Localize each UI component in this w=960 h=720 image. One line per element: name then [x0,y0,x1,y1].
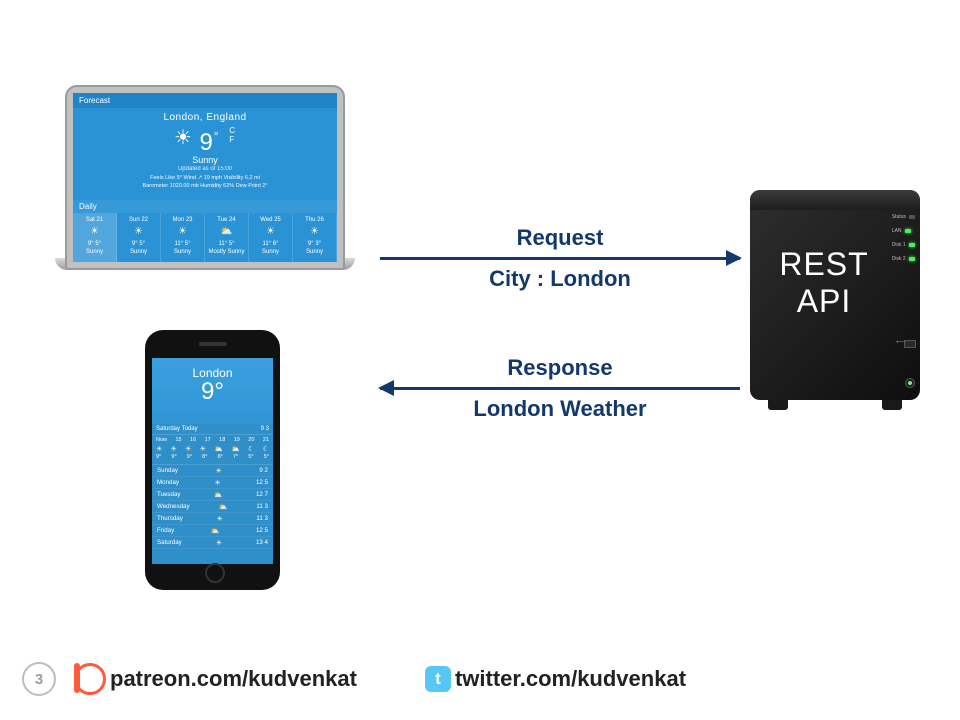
server-status-leds: Status LAN Disk 1 Disk 2 [892,214,915,262]
laptop-day-card: Wed 25☀11° 6°Sunny [249,213,293,262]
laptop-daily-label: Daily [73,200,337,213]
laptop-day-card: Tue 24⛅11° 5°Mostly Sunny [205,213,249,262]
laptop-current-weather: London, England ☀ 9° CF Sunny Updated as… [73,108,337,200]
slide: Forecast London, England ☀ 9° CF Sunny U… [0,0,960,720]
phone-today-row: Saturday Today 9 3 [152,424,273,434]
twitter-text: twitter.com/kudvenkat [455,666,686,692]
arrow-left-icon [380,387,740,390]
server-power-led [905,378,915,388]
phone-forecast-row: Monday☀12 5 [152,477,273,489]
phone-hourly-forecast: Now15161718192021 ☀☀☀☀⛅⛅☾☾ 9°9°9°8°8°7°5… [152,434,273,465]
laptop-temperature: ☀ 9° CF [73,125,337,157]
phone-temperature: 9° [152,378,273,406]
laptop-app-title: Forecast [73,93,337,108]
phone-forecast-row: Friday⛅12 5 [152,525,273,537]
server-label: REST API [750,246,898,320]
server-led: LAN [892,228,915,234]
patreon-icon [74,663,106,695]
laptop-day-card: Mon 23☀11° 5°Sunny [161,213,205,262]
phone-forecast-row: Sunday☀9 2 [152,465,273,477]
laptop-updated: Updated as of 15:00 [73,166,337,172]
laptop-temp-value: 9 [199,129,213,156]
response-payload: London Weather [380,396,740,422]
twitter-icon: t [425,666,451,692]
response-label: Response [380,355,740,381]
page-number: 3 [22,662,56,696]
server-led: Disk 2 [892,256,915,262]
phone-current-weather: London 9° [152,358,273,424]
server-usb-port [904,340,916,348]
laptop-body: Forecast London, England ☀ 9° CF Sunny U… [65,85,345,270]
server-led: Status [892,214,915,220]
patreon-text: patreon.com/kudvenkat [110,666,357,692]
laptop-client: Forecast London, England ☀ 9° CF Sunny U… [55,85,355,315]
patreon-link: patreon.com/kudvenkat [74,663,357,695]
laptop-condition: Sunny [73,155,337,165]
temp-unit-f: F [229,135,235,144]
footer: 3 patreon.com/kudvenkat t twitter.com/ku… [0,662,960,696]
response-arrow: Response London Weather [380,355,740,422]
request-label: Request [380,225,740,251]
laptop-day-card: Sun 22☀9° 5°Sunny [117,213,161,262]
request-arrow: Request City : London [380,225,740,292]
laptop-day-card: Thu 26☀9° 3°Sunny [293,213,337,262]
request-payload: City : London [380,266,740,292]
laptop-screen: Forecast London, England ☀ 9° CF Sunny U… [73,93,337,262]
twitter-link: t twitter.com/kudvenkat [425,666,686,692]
laptop-city: London, England [73,112,337,123]
phone-forecast-row: Saturday☀13 4 [152,537,273,549]
phone-client: London 9° Saturday Today 9 3 Now15161718… [145,330,280,590]
phone-weekly-forecast: Sunday☀9 2Monday☀12 5Tuesday⛅12 7Wednesd… [152,465,273,564]
laptop-day-card: Sat 21☀9° 5°Sunny [73,213,117,262]
server: REST API Status LAN Disk 1 Disk 2 [750,190,920,415]
phone-forecast-row: Wednesday⛅11 3 [152,501,273,513]
temp-unit-c: C [229,126,236,135]
phone-screen: London 9° Saturday Today 9 3 Now15161718… [152,358,273,564]
phone-forecast-row: Thursday☀11 3 [152,513,273,525]
laptop-daily-forecast: Sat 21☀9° 5°SunnySun 22☀9° 5°SunnyMon 23… [73,213,337,262]
arrow-right-icon [380,257,740,260]
server-body: REST API Status LAN Disk 1 Disk 2 [750,190,920,400]
laptop-stats: Feels Like 5° Wind ↗ 19 mph Visibility 6… [73,174,337,191]
phone-forecast-row: Tuesday⛅12 7 [152,489,273,501]
server-led: Disk 1 [892,242,915,248]
